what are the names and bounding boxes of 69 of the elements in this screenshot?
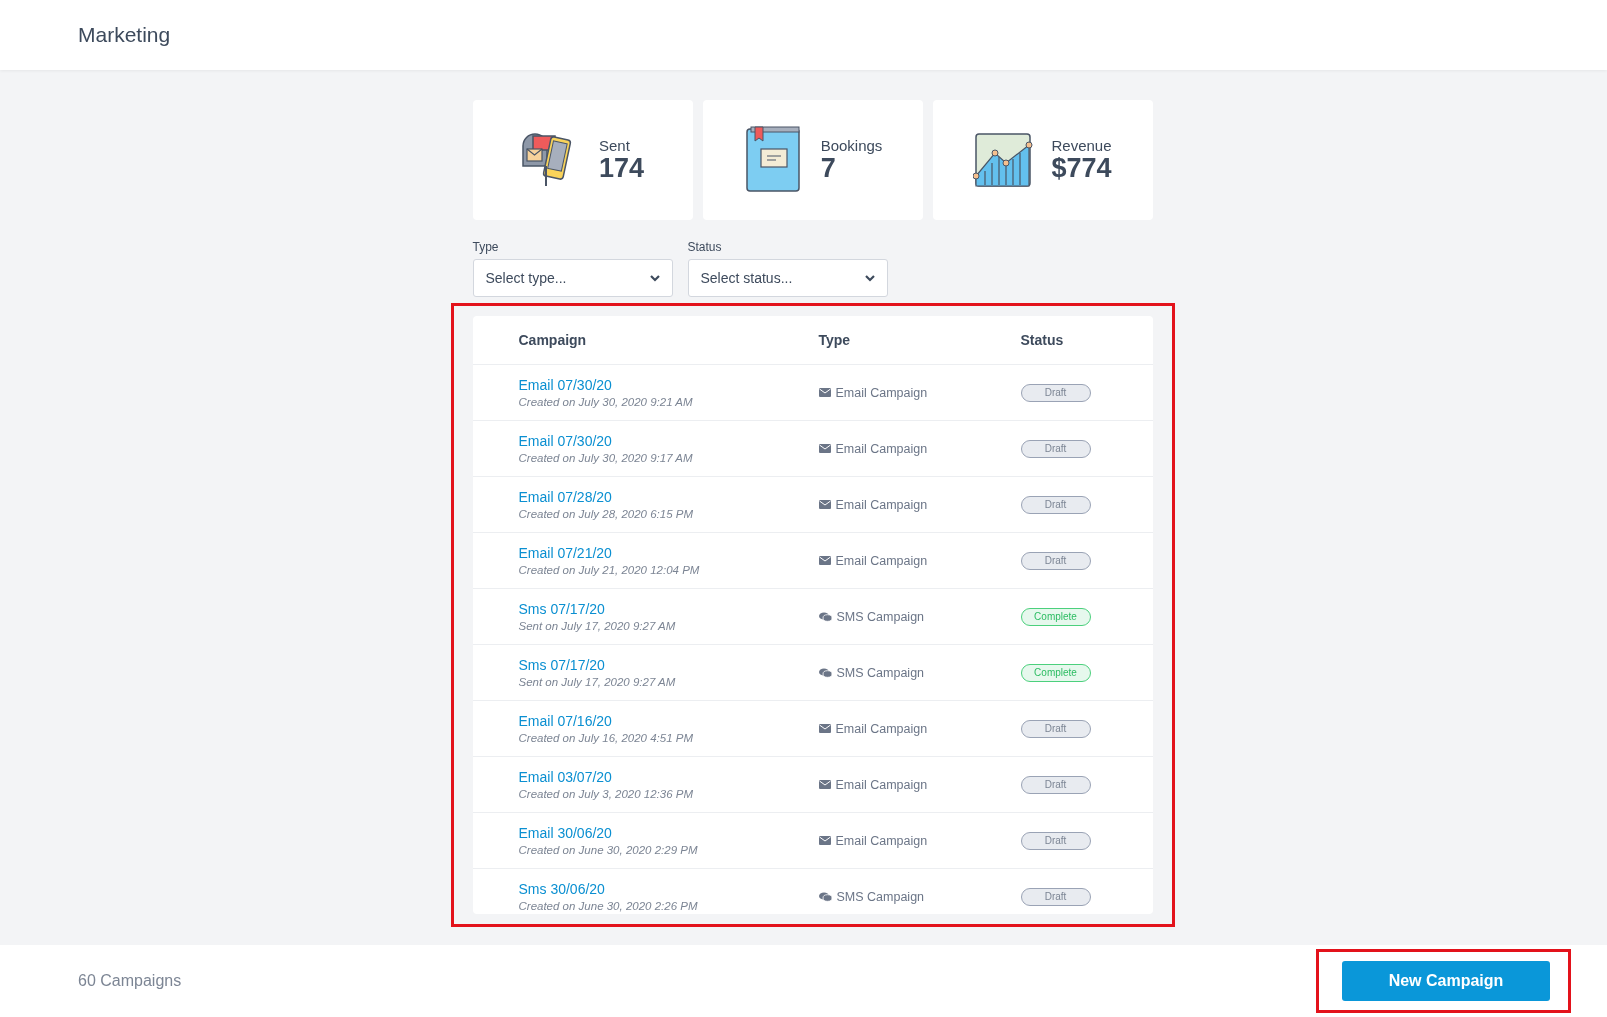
campaign-date: Sent on July 17, 2020 9:27 AM xyxy=(518,620,677,632)
campaign-count: 60 Campaigns xyxy=(78,972,182,990)
stat-label: Bookings xyxy=(820,136,883,154)
column-header: Status xyxy=(1020,332,1065,348)
campaign-link[interactable]: Sms 07/17/20 xyxy=(518,601,819,617)
type-label: Email Campaign xyxy=(835,385,928,400)
envelope-icon xyxy=(818,780,831,789)
stat-label: Sent xyxy=(598,136,631,154)
filter-dropdown[interactable]: Select status... xyxy=(687,259,888,297)
campaign-link[interactable]: Email 07/21/20 xyxy=(518,545,819,561)
campaign-date: Created on July 16, 2020 4:51 PM xyxy=(518,732,695,744)
column-header: Type xyxy=(818,332,852,348)
envelope-icon xyxy=(818,388,831,397)
campaign-date: Sent on July 17, 2020 9:27 AM xyxy=(518,676,677,688)
campaign-date: Created on July 30, 2020 9:21 AM xyxy=(518,396,694,408)
campaign-date: Created on June 30, 2020 2:29 PM xyxy=(518,844,699,856)
envelope-icon xyxy=(818,556,831,565)
campaign-date: Created on July 21, 2020 12:04 PM xyxy=(518,564,701,576)
chat-bubbles-icon xyxy=(818,667,832,678)
campaign-link[interactable]: Email 07/30/20 xyxy=(518,433,819,449)
campaign-date: Created on June 30, 2020 2:26 PM xyxy=(518,900,699,912)
type-label: Email Campaign xyxy=(835,777,928,792)
chat-bubbles-icon xyxy=(818,611,832,622)
campaign-link[interactable]: Email 07/30/20 xyxy=(518,377,819,393)
stat-value: 7 xyxy=(820,153,836,184)
campaign-date: Created on July 30, 2020 9:17 AM xyxy=(518,452,694,464)
new-campaign-button[interactable]: New Campaign xyxy=(1342,961,1550,1001)
status-badge: Draft xyxy=(1020,887,1091,906)
status-badge: Draft xyxy=(1020,775,1091,794)
campaign-link[interactable]: Email 03/07/20 xyxy=(518,769,819,785)
status-badge: Draft xyxy=(1020,439,1091,458)
campaign-date: Created on July 3, 2020 12:36 PM xyxy=(518,788,695,800)
stat-value: 174 xyxy=(598,153,645,184)
status-badge: Draft xyxy=(1020,719,1091,738)
envelope-icon xyxy=(818,724,831,733)
status-badge: Draft xyxy=(1020,383,1091,402)
status-badge: Complete xyxy=(1020,663,1091,682)
type-label: SMS Campaign xyxy=(836,889,925,904)
filter-dropdown[interactable]: Select type... xyxy=(472,259,673,297)
status-badge: Draft xyxy=(1020,551,1091,570)
campaign-link[interactable]: Email 30/06/20 xyxy=(518,825,819,841)
stat-value: $774 xyxy=(1051,153,1112,184)
chat-bubbles-icon xyxy=(818,891,832,902)
filter-label: Status xyxy=(687,240,723,254)
status-badge: Draft xyxy=(1020,831,1091,850)
status-badge: Complete xyxy=(1020,607,1091,626)
campaign-link[interactable]: Email 07/28/20 xyxy=(518,489,819,505)
campaign-link[interactable]: Sms 30/06/20 xyxy=(518,881,819,897)
line-chart-icon xyxy=(973,131,1034,189)
chevron-down-icon xyxy=(864,274,875,282)
filter-label: Type xyxy=(472,240,500,254)
chevron-down-icon xyxy=(649,274,660,282)
type-label: Email Campaign xyxy=(835,553,928,568)
stat-label: Revenue xyxy=(1051,136,1112,154)
campaign-link[interactable]: Sms 07/17/20 xyxy=(518,657,819,673)
envelope-icon xyxy=(818,836,831,845)
type-label: Email Campaign xyxy=(835,721,928,736)
page-title: Marketing xyxy=(78,23,171,47)
type-label: Email Campaign xyxy=(835,441,928,456)
type-label: SMS Campaign xyxy=(836,665,925,680)
envelope-icon xyxy=(818,444,831,453)
envelope-icon xyxy=(818,500,831,509)
column-header: Campaign xyxy=(518,332,588,348)
campaign-date: Created on July 28, 2020 6:15 PM xyxy=(518,508,695,520)
type-label: Email Campaign xyxy=(835,833,928,848)
type-label: Email Campaign xyxy=(835,497,928,512)
type-label: SMS Campaign xyxy=(836,609,925,624)
campaign-link[interactable]: Email 07/16/20 xyxy=(518,713,819,729)
status-badge: Draft xyxy=(1020,495,1091,514)
